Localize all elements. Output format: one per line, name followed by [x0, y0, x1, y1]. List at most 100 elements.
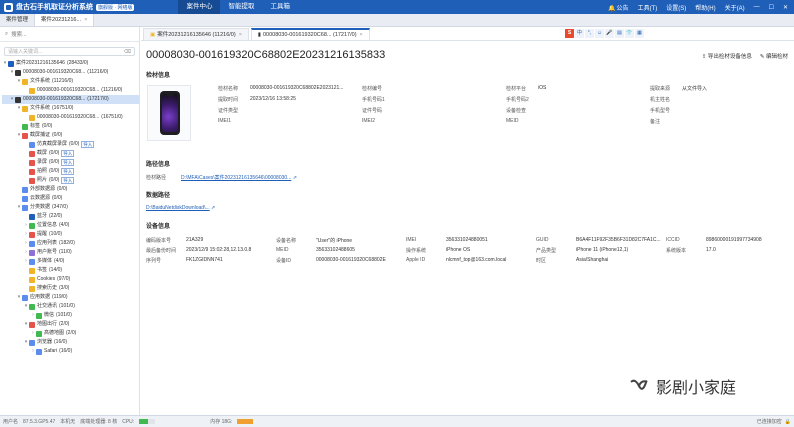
maximize-icon[interactable]: ☐ [769, 4, 774, 11]
tree-node[interactable]: 录屏 (0/0) 导入 [2, 158, 139, 167]
tree-filter-input[interactable]: 请输入关键词... ⌫ [4, 47, 135, 56]
tree-node[interactable]: 标签 (0/0) [2, 122, 139, 131]
path-link[interactable]: D:\MFA\Cases\案件20231216135646\00008030..… [181, 175, 291, 181]
tree-node[interactable]: › 高德地图 (2/0) [2, 329, 139, 338]
tree-node[interactable]: › 多媒体 (4/0) [2, 257, 139, 266]
subtab-device[interactable]: ▮ 00008030-001619320C68... (17217/0) × [250, 28, 370, 41]
tree-node-count: (0/0) [52, 132, 63, 138]
close-subtab-icon[interactable]: × [239, 29, 242, 41]
tree-node[interactable]: 外部数据源 (0/0) [2, 185, 139, 194]
tree-node[interactable]: ▾ 截屏捕证 (0/0) [2, 131, 139, 140]
settings-menu[interactable]: 设置(S) [666, 3, 686, 12]
menu-toolbox[interactable]: 工具箱 [262, 0, 298, 14]
tree-node[interactable]: 书签 (14/0) [2, 266, 139, 275]
broom-icon[interactable]: ⌫ [124, 49, 131, 55]
tree-node[interactable]: 照片 (0/0) 导入 [2, 176, 139, 185]
import-button[interactable]: 导入 [61, 150, 75, 157]
tree-node[interactable]: ▾ 地图出行 (2/0) [2, 320, 139, 329]
tree-node[interactable]: ▾ 浏览器 (16/0) [2, 338, 139, 347]
open-link-icon[interactable]: ⇗ [211, 205, 215, 211]
tree-node[interactable]: ▾ 00008030-001619320C68... (17217/0) [2, 95, 139, 104]
ime-punct-icon[interactable]: °, [585, 29, 594, 38]
tree-node-count: (16751/0) [101, 114, 123, 120]
section-path-title: 路径信息 [146, 162, 171, 168]
tree-node-label: 云数据源 [30, 195, 51, 201]
tab-case-detail[interactable]: 案件20231216... × [35, 14, 95, 27]
tab-case-management[interactable]: 案件管理 [0, 14, 36, 26]
import-button[interactable]: 导入 [81, 141, 95, 148]
tree-node[interactable]: 拍照 (0/0) 导入 [2, 167, 139, 176]
ime-menu-icon[interactable]: ▦ [635, 29, 644, 38]
ime-skin-icon[interactable]: 👕 [625, 29, 634, 38]
status-cpu-cores: 底端处理器: 8 核 [80, 419, 118, 425]
import-button[interactable]: 导入 [61, 168, 75, 175]
field-cell: 设备检查 [506, 107, 526, 114]
tree-node[interactable]: › 提醒 (10/0) [2, 230, 139, 239]
import-button[interactable]: 导入 [61, 159, 75, 166]
ime-mode-icon[interactable]: 中 [575, 29, 584, 38]
tree-node-label: 仿真截屏录屏 [37, 141, 68, 147]
tree-node[interactable]: Cookies (97/0) [2, 275, 139, 284]
subtab-case[interactable]: ▣ 案件20231216135646 (11216/0) × [143, 28, 249, 40]
tree-node[interactable]: 仿真截屏录屏 (0/0) 导入 [2, 140, 139, 149]
tree-node[interactable]: ▾ 社交通讯 (101/0) [2, 302, 139, 311]
tree-node[interactable]: ▾ 应用数据 (119/0) [2, 293, 139, 302]
tree-node[interactable]: › 微信 (101/0) [2, 311, 139, 320]
import-button[interactable]: 导入 [61, 177, 75, 184]
tree-node-label: 多媒体 [37, 258, 53, 264]
tree-node-count: (0/0) [49, 177, 60, 183]
field-value: 00008030-001619320C68802E [316, 257, 386, 263]
tree-node[interactable]: › 位置信息 (4/0) [2, 221, 139, 230]
ime-emoji-icon[interactable]: ☺ [595, 29, 604, 38]
menu-case-center[interactable]: 案件中心 [178, 0, 221, 14]
minimize-icon[interactable]: — [754, 4, 760, 10]
tree-node[interactable]: › 应用列表 (182/0) [2, 239, 139, 248]
menu-smart-extract[interactable]: 智能提取 [220, 0, 262, 14]
dataset-path-link[interactable]: D:\BaiduNetdiskDownload\... [146, 205, 210, 211]
field-value: 21A329 [186, 237, 204, 243]
close-tab-icon[interactable]: × [84, 14, 87, 27]
tree-node[interactable]: 搜索历史 (3/0) [2, 284, 139, 293]
notice-button[interactable]: 🔔公告 [608, 3, 629, 12]
tree-node[interactable]: ▾ 案件20231216135646 (28433/0) [2, 59, 139, 68]
tree-node[interactable]: ▾ 分类数据 (347/0) [2, 203, 139, 212]
open-link-icon[interactable]: ⇗ [293, 175, 297, 181]
ime-keyboard-icon[interactable]: ▤ [615, 29, 624, 38]
close-subtab-icon[interactable]: × [360, 29, 363, 41]
ime-voice-icon[interactable]: 🎤 [605, 29, 614, 38]
tree-node[interactable]: ▾ 文件系统 (11216/0) [2, 77, 139, 86]
bell-icon: 🔔 [608, 5, 616, 12]
close-icon[interactable]: ✕ [783, 4, 788, 11]
tree-node-label: 高德地图 [44, 330, 65, 336]
node-type-icon [22, 123, 28, 130]
field-cell: IMEI2 [362, 118, 375, 124]
tree-node[interactable]: › 用户账号 (11/0) [2, 248, 139, 257]
tree-node[interactable]: 00008030-001619320C68... (16751/0) [2, 113, 139, 122]
tree-node-label: 照片 [37, 177, 48, 183]
tree-node-count: (14/0) [49, 267, 63, 273]
tree-node[interactable]: 云数据源 (0/0) [2, 194, 139, 203]
node-type-icon [29, 222, 35, 229]
tools-menu[interactable]: 工具(T) [638, 3, 658, 12]
tree-node[interactable]: ▾ 文件系统 (16751/0) [2, 104, 139, 113]
edit-device-button[interactable]: ✎ 编辑检材 [760, 52, 788, 60]
field-label: 机主姓名 [650, 97, 671, 103]
field-value: iOS [538, 85, 547, 91]
about-menu[interactable]: 关于(A) [725, 3, 745, 12]
tree-node[interactable]: 蓝牙 (22/0) [2, 212, 139, 221]
tree-node[interactable]: 00008030-001619320C68... (11216/0) [2, 86, 139, 95]
tree-node[interactable]: 截屏 (0/0) 导入 [2, 149, 139, 158]
help-menu[interactable]: 帮助(H) [695, 3, 715, 12]
field-cell: 检材名称 [218, 85, 238, 92]
sidebar-search[interactable]: ⌕ 搜索... [0, 27, 139, 42]
subtab-case-label: 案件20231216135646 (11216/0) [157, 31, 236, 38]
tree-node[interactable]: › Safari (16/0) [2, 347, 139, 356]
tree-node[interactable]: ▾ 00008030-001619320C68... (11216/0) [2, 68, 139, 77]
ime-logo-icon[interactable]: S [565, 29, 574, 38]
tree-node-label: 截屏 [37, 150, 48, 156]
field-value: 17.0 [706, 247, 716, 253]
field-label: IMEI [406, 237, 417, 243]
tree-node-label: 社交通讯 [37, 303, 58, 309]
export-device-info-button[interactable]: ⇪ 导出检材设备信息 [702, 52, 752, 60]
field-label: 产品类型 [536, 248, 557, 254]
